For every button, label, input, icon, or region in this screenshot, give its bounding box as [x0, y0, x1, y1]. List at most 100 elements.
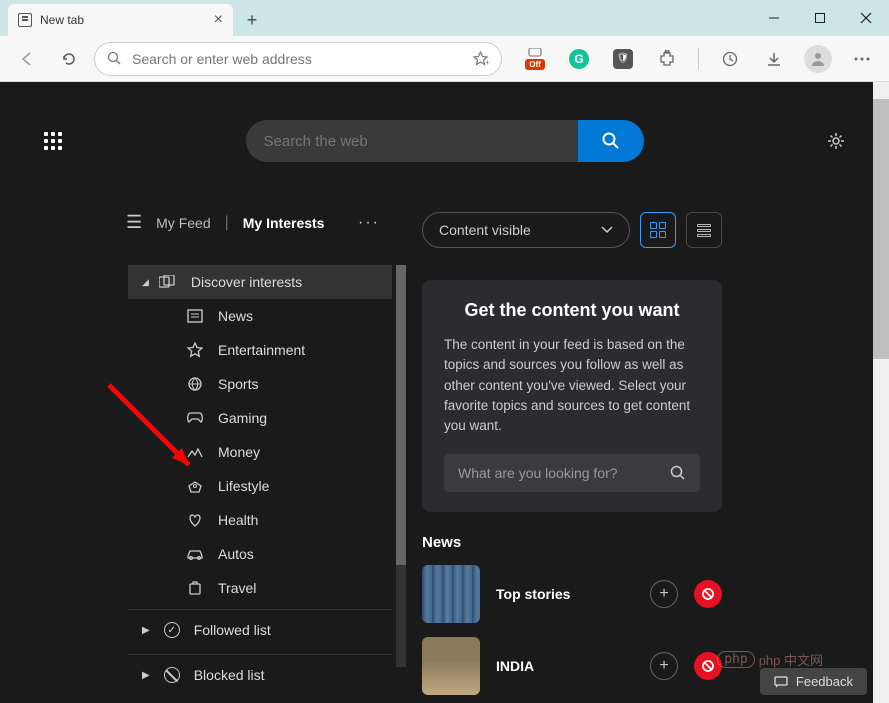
block-button[interactable] [694, 580, 722, 608]
block-icon [164, 667, 180, 683]
extension-shield-icon[interactable]: 🛡 [606, 42, 640, 76]
health-icon [186, 513, 204, 527]
search-icon [670, 465, 686, 481]
feedback-button[interactable]: Feedback [760, 668, 867, 695]
extension-off-icon[interactable]: Off [518, 42, 552, 76]
interests-search[interactable]: What are you looking for? [444, 454, 700, 492]
tab-page-icon [18, 13, 32, 27]
chevron-down-icon [601, 226, 613, 234]
add-button[interactable]: + [650, 652, 678, 680]
feed-menu-icon[interactable]: ☰ [126, 212, 142, 233]
sidebar-scrollbar[interactable] [396, 265, 406, 667]
sidebar-label: Health [218, 512, 258, 528]
news-section-heading: News [422, 534, 722, 551]
close-icon[interactable]: × [214, 11, 223, 29]
browser-toolbar: + Off G 🛡 [0, 36, 889, 82]
news-icon [186, 309, 204, 323]
web-search-bar [246, 120, 644, 162]
add-button[interactable]: + [650, 580, 678, 608]
search-icon [107, 51, 122, 66]
sidebar-label: Discover interests [191, 274, 302, 290]
main-scrollbar[interactable] [873, 82, 889, 703]
feed-more-button[interactable]: ··· [358, 214, 380, 232]
window-titlebar: New tab × + [0, 0, 889, 36]
sidebar-label: Autos [218, 546, 254, 562]
sidebar-item-blocked[interactable]: ▶Blocked list [128, 654, 392, 695]
sidebar-item-followed[interactable]: ▶✓Followed list [128, 609, 392, 650]
news-label: Top stories [496, 586, 634, 602]
card-text: The content in your feed is based on the… [444, 335, 700, 436]
sidebar-item-discover[interactable]: ◢ Discover interests [128, 265, 392, 299]
search-placeholder: What are you looking for? [458, 465, 618, 481]
back-button[interactable] [10, 42, 44, 76]
minimize-button[interactable] [751, 0, 797, 36]
list-view-button[interactable] [686, 212, 722, 248]
address-bar[interactable]: + [94, 42, 502, 76]
browser-tab[interactable]: New tab × [8, 4, 233, 36]
star-icon [186, 342, 204, 358]
sports-icon [186, 376, 204, 392]
sidebar-label: Followed list [194, 622, 271, 638]
sidebar-label: Entertainment [218, 342, 305, 358]
extensions-button[interactable] [650, 42, 684, 76]
discover-icon [159, 275, 177, 289]
money-icon [186, 445, 204, 459]
refresh-button[interactable] [52, 42, 86, 76]
sidebar-label: Travel [218, 580, 256, 596]
card-title: Get the content you want [444, 300, 700, 321]
news-row-india: INDIA + [422, 637, 722, 695]
content-visibility-dropdown[interactable]: Content visible [422, 212, 630, 248]
sidebar-item-gaming[interactable]: Gaming [128, 401, 392, 435]
tab-my-interests[interactable]: My Interests [243, 215, 325, 231]
maximize-button[interactable] [797, 0, 843, 36]
sidebar-item-health[interactable]: Health [128, 503, 392, 537]
profile-button[interactable] [801, 42, 835, 76]
sidebar-label: Gaming [218, 410, 267, 426]
news-label: INDIA [496, 658, 634, 674]
tab-title: New tab [40, 13, 84, 27]
extension-grammarly-icon[interactable]: G [562, 42, 596, 76]
page-settings-button[interactable] [819, 124, 853, 158]
history-button[interactable] [713, 42, 747, 76]
sidebar-item-news[interactable]: News [128, 299, 392, 333]
toolbar-divider [698, 48, 699, 70]
page-content: ☰ My Feed | My Interests ··· ◢ Discover … [0, 82, 889, 703]
dropdown-label: Content visible [439, 222, 531, 238]
feed-header: ☰ My Feed | My Interests ··· [126, 212, 392, 233]
feed-separator: | [225, 214, 229, 232]
search-button[interactable] [578, 120, 644, 162]
sidebar-label: Blocked list [194, 667, 265, 683]
web-search-input[interactable] [246, 120, 578, 162]
collapse-icon: ◢ [142, 277, 149, 288]
lifestyle-icon [186, 479, 204, 493]
watermark: phpphp 中文网 [717, 650, 823, 669]
new-tab-button[interactable]: + [237, 5, 267, 35]
address-input[interactable] [132, 51, 462, 67]
feedback-icon [774, 676, 788, 688]
sidebar-item-travel[interactable]: Travel [128, 571, 392, 605]
info-card: Get the content you want The content in … [422, 280, 722, 512]
sidebar-label: Lifestyle [218, 478, 269, 494]
sidebar-item-sports[interactable]: Sports [128, 367, 392, 401]
apps-button[interactable] [36, 124, 70, 158]
sidebar-item-lifestyle[interactable]: Lifestyle [128, 469, 392, 503]
menu-button[interactable] [845, 42, 879, 76]
sidebar-label: Money [218, 444, 260, 460]
news-row-top-stories: Top stories + [422, 565, 722, 623]
sidebar-item-entertainment[interactable]: Entertainment [128, 333, 392, 367]
feedback-label: Feedback [796, 674, 853, 689]
gaming-icon [186, 412, 204, 424]
sidebar-item-money[interactable]: Money [128, 435, 392, 469]
autos-icon [186, 548, 204, 560]
sidebar-label: Sports [218, 376, 258, 392]
favorite-icon[interactable]: + [472, 50, 489, 67]
svg-text:+: + [485, 58, 489, 67]
tab-my-feed[interactable]: My Feed [156, 215, 210, 231]
check-icon: ✓ [164, 622, 180, 638]
close-window-button[interactable] [843, 0, 889, 36]
news-thumbnail [422, 637, 480, 695]
sidebar-item-autos[interactable]: Autos [128, 537, 392, 571]
sidebar-label: News [218, 308, 253, 324]
downloads-button[interactable] [757, 42, 791, 76]
grid-view-button[interactable] [640, 212, 676, 248]
